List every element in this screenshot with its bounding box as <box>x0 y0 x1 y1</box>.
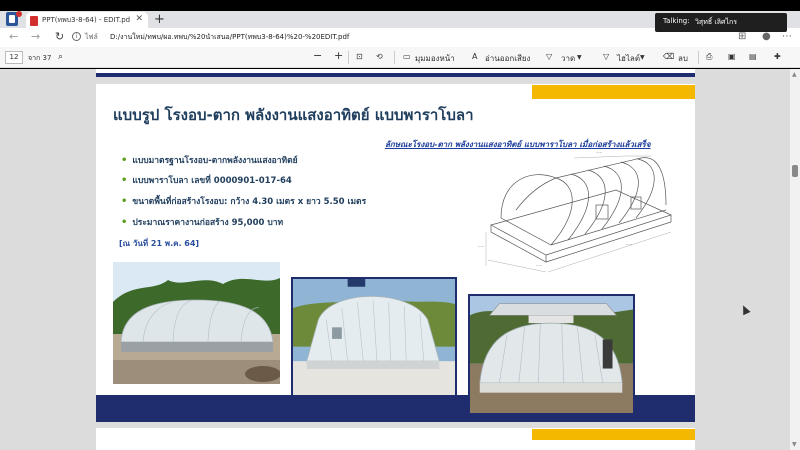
tab-pdf[interactable]: PPT(ทพบ3-8-64) - EDIT.pdf ✕ <box>26 12 148 29</box>
slide-page: แบบรูป โรงอบ-ตาก พลังงานแสงอาทิตย์ แบบพา… <box>96 84 695 422</box>
slide-title: แบบรูป โรงอบ-ตาก พลังงานแสงอาทิตย์ แบบพา… <box>113 106 474 124</box>
address-prefix: ไฟล์ <box>85 33 98 41</box>
profile-icon[interactable]: ● <box>762 31 771 42</box>
print-icon[interactable]: ⎙ <box>706 52 712 62</box>
scroll-up-icon[interactable]: ▲ <box>792 71 797 78</box>
rotate-icon[interactable]: ⟲ <box>376 52 383 61</box>
read-aloud-icon: A <box>472 52 478 61</box>
talking-label: Talking: <box>663 17 690 25</box>
bullet-item: แบบมาตรฐานโรงอบ-ตากพลังงานแสงอาทิตย์ <box>121 153 297 167</box>
address-url[interactable]: D:/งานใหม่/ทพบ/ผอ.ทพบ/%20นำเสนอ/PPT(ทพบ3… <box>110 32 349 43</box>
page-number-input[interactable]: 12 <box>5 51 23 64</box>
chevron-down-icon[interactable]: ▼ <box>640 54 645 61</box>
greenhouse-diagram: ····· ····· ····· ····· <box>478 150 672 273</box>
toolbar-divider <box>394 51 395 64</box>
page-view-button[interactable]: มุมมองหน้า <box>415 52 455 65</box>
more-menu-icon[interactable]: ⋯ <box>782 31 792 42</box>
pdf-file-icon <box>30 16 38 26</box>
highlight-icon: ▽ <box>603 52 610 61</box>
previous-slide-edge <box>96 69 695 77</box>
chevron-down-icon[interactable]: ▼ <box>577 54 582 61</box>
toolbar-divider <box>698 51 699 64</box>
page-total: จาก 37 <box>28 54 52 62</box>
svg-text:·····: ····· <box>536 263 542 268</box>
top-bar <box>0 0 800 11</box>
eraser-icon: ⌫ <box>663 52 675 61</box>
erase-button[interactable]: ลบ <box>678 52 688 65</box>
highlight-button[interactable]: ไฮไลต์ <box>617 52 640 65</box>
recording-badge-icon <box>16 11 22 17</box>
bullet-item: ขนาดพื้นที่ก่อสร้างโรงอบ: กว้าง 4.30 เมต… <box>121 194 366 208</box>
save-as-icon[interactable]: ▤ <box>749 52 757 61</box>
tab-close-icon[interactable]: ✕ <box>135 14 143 24</box>
save-icon[interactable]: ▣ <box>728 52 736 61</box>
vertical-scrollbar[interactable]: ▲ ▼ <box>790 69 800 450</box>
tab-title: PPT(ทพบ3-8-64) - EDIT.pdf <box>42 16 130 24</box>
svg-text:·····: ····· <box>596 150 602 155</box>
draw-button[interactable]: วาด <box>561 52 575 65</box>
gold-accent-bar <box>532 85 695 99</box>
talking-indicator: Talking: วิสุทธิ์ เลิศไกร <box>655 13 787 32</box>
reload-icon[interactable]: ↻ <box>55 30 64 44</box>
greenhouse-photo-3 <box>468 294 635 415</box>
info-icon[interactable]: i <box>72 32 81 41</box>
bullet-item: ประมาณราคางานก่อสร้าง 95,000 บาท <box>121 215 283 229</box>
back-icon[interactable]: ← <box>9 30 18 44</box>
scrollbar-thumb[interactable] <box>792 165 798 177</box>
scroll-down-icon[interactable]: ▼ <box>792 441 797 448</box>
gold-accent-bar <box>532 429 695 440</box>
zoom-in-button[interactable]: + <box>334 49 343 62</box>
talking-name: วิสุทธิ์ เลิศไกร <box>695 18 737 26</box>
page-view-icon: ▭ <box>403 52 411 61</box>
greenhouse-photo-2 <box>291 277 457 397</box>
screen: PPT(ทพบ3-8-64) - EDIT.pdf ✕ + ← → ↻ i ไฟ… <box>0 0 800 450</box>
zoom-out-button[interactable]: − <box>313 49 322 62</box>
search-icon[interactable]: ⌕ <box>58 52 63 62</box>
bullet-item: แบบพาราโบลา เลขที่ 0000901-017-64 <box>121 173 291 187</box>
svg-text:·····: ····· <box>478 244 484 249</box>
forward-icon[interactable]: → <box>31 30 40 44</box>
fit-page-icon[interactable]: ⊡ <box>356 52 363 61</box>
toolbar-divider <box>348 51 349 64</box>
pin-icon[interactable]: ✚ <box>774 52 781 61</box>
collections-icon[interactable]: ⊞ <box>738 31 746 42</box>
navy-band <box>96 73 695 77</box>
svg-text:·····: ····· <box>626 242 632 247</box>
new-tab-button[interactable]: + <box>154 11 165 28</box>
greenhouse-photo-1 <box>113 262 280 384</box>
next-slide-edge <box>96 428 695 450</box>
read-aloud-button[interactable]: อ่านออกเสียง <box>485 52 530 65</box>
address-bar[interactable]: i ไฟล์ D:/งานใหม่/ทพบ/ผอ.ทพบ/%20นำเสนอ/P… <box>72 30 632 45</box>
date-note: [ณ วันที่ 21 พ.ค. 64] <box>119 239 200 248</box>
draw-icon: ▽ <box>546 52 553 61</box>
